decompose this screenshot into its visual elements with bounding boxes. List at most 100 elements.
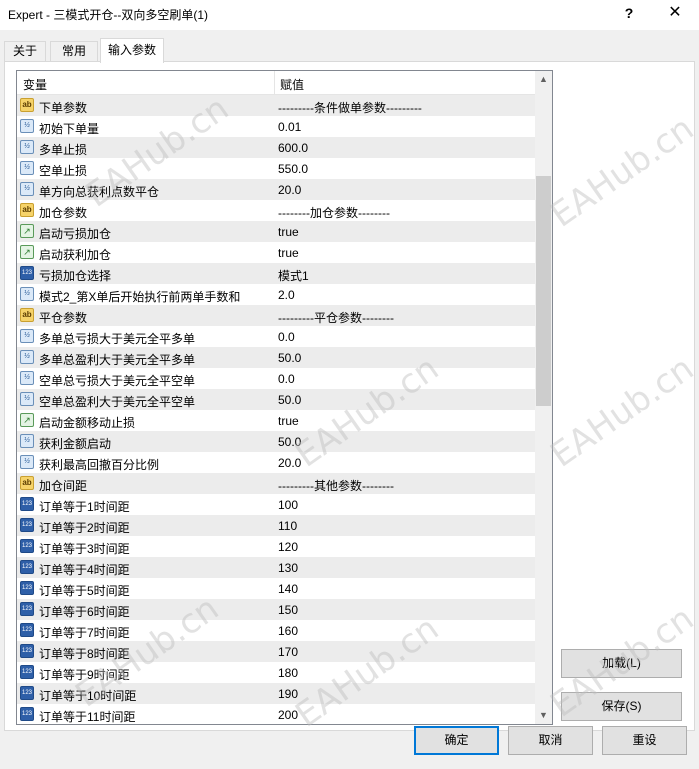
int-type-icon: 123 <box>20 623 34 637</box>
parameter-name: 启动亏损加仓 <box>39 227 112 241</box>
int-type-icon: 123 <box>20 497 34 511</box>
parameter-value[interactable]: 100 <box>278 498 298 512</box>
double-type-icon: ½ <box>20 161 34 175</box>
parameter-row[interactable]: ↗ 启动亏损加仓 true <box>17 221 535 242</box>
parameter-row[interactable]: ½ 初始下单量 0.01 <box>17 116 535 137</box>
parameter-value[interactable]: 20.0 <box>278 456 301 470</box>
parameter-row[interactable]: 123 订单等于8时间距 170 <box>17 641 535 662</box>
parameter-value[interactable]: 50.0 <box>278 393 301 407</box>
parameter-row[interactable]: ½ 多单止损 600.0 <box>17 137 535 158</box>
vertical-scrollbar[interactable]: ▲ ▼ <box>535 71 552 724</box>
parameter-value[interactable]: 130 <box>278 561 298 575</box>
parameter-row[interactable]: ½ 空单总亏损大于美元全平空单 0.0 <box>17 368 535 389</box>
parameter-value[interactable]: 550.0 <box>278 162 308 176</box>
parameter-value[interactable]: 110 <box>278 519 297 533</box>
double-type-icon: ½ <box>20 434 34 448</box>
parameter-value[interactable]: 模式1 <box>278 267 309 284</box>
parameter-row[interactable]: 123 订单等于9时间距 180 <box>17 662 535 683</box>
parameter-value[interactable]: 50.0 <box>278 351 301 365</box>
parameter-row[interactable]: ½ 多单总盈利大于美元全平多单 50.0 <box>17 347 535 368</box>
parameter-value[interactable]: 50.0 <box>278 435 301 449</box>
parameter-value[interactable]: true <box>278 225 299 239</box>
parameter-row[interactable]: ab 平仓参数 ---------平仓参数-------- <box>17 305 535 326</box>
parameter-value[interactable]: 0.0 <box>278 330 295 344</box>
parameter-row[interactable]: ½ 空单总盈利大于美元全平空单 50.0 <box>17 389 535 410</box>
parameter-row[interactable]: ½ 获利最高回撤百分比例 20.0 <box>17 452 535 473</box>
parameter-value[interactable]: 160 <box>278 624 298 638</box>
parameter-row[interactable]: ½ 获利金额启动 50.0 <box>17 431 535 452</box>
parameter-row[interactable]: 123 订单等于10时间距 190 <box>17 683 535 704</box>
parameter-value[interactable]: 0.01 <box>278 120 301 134</box>
parameter-row[interactable]: ab 加仓参数 --------加仓参数-------- <box>17 200 535 221</box>
title-bar: Expert - 三模式开仓--双向多空刷单(1) ? ✕ <box>0 0 699 30</box>
parameter-value[interactable]: 180 <box>278 666 298 680</box>
int-type-icon: 123 <box>20 560 34 574</box>
parameter-value[interactable]: ---------其他参数-------- <box>278 477 394 494</box>
scroll-thumb[interactable] <box>536 176 551 406</box>
parameter-name: 启动获利加仓 <box>39 248 112 262</box>
int-type-icon: 123 <box>20 665 34 679</box>
parameter-value[interactable]: 120 <box>278 540 298 554</box>
parameter-value[interactable]: true <box>278 246 299 260</box>
parameter-rows: ab 下单参数 ---------条件做单参数--------- ½ 初始下单量 0.01… <box>17 95 535 724</box>
load-button[interactable]: 加载(L) <box>561 649 682 678</box>
parameter-row[interactable]: 123 订单等于11时间距 200 <box>17 704 535 724</box>
column-header-value[interactable]: 赋值 <box>280 76 304 93</box>
parameter-value[interactable]: 600.0 <box>278 141 308 155</box>
parameter-value[interactable]: 0.0 <box>278 372 295 386</box>
parameter-row[interactable]: ↗ 启动金额移动止损 true <box>17 410 535 431</box>
column-divider[interactable] <box>274 71 275 95</box>
parameter-row[interactable]: 123 订单等于4时间距 130 <box>17 557 535 578</box>
help-button[interactable]: ? <box>614 2 644 26</box>
int-type-icon: 123 <box>20 707 34 721</box>
parameter-row[interactable]: 123 订单等于7时间距 160 <box>17 620 535 641</box>
close-button[interactable]: ✕ <box>658 2 692 26</box>
tab-panel: 变量 赋值 ab 下单参数 ---------条件做单参数--------- ½ 初始下… <box>4 61 699 736</box>
parameter-row[interactable]: ↗ 启动获利加仓 true <box>17 242 535 263</box>
parameter-value[interactable]: 20.0 <box>278 183 301 197</box>
tab-about[interactable]: 关于 <box>4 41 46 62</box>
parameter-value[interactable]: 150 <box>278 603 298 617</box>
parameter-row[interactable]: 123 订单等于2时间距 110 <box>17 515 535 536</box>
parameter-value[interactable]: 2.0 <box>278 288 295 302</box>
parameter-row[interactable]: ½ 空单止损 550.0 <box>17 158 535 179</box>
ok-button[interactable]: 确定 <box>414 726 499 755</box>
parameter-value[interactable]: 200 <box>278 708 298 722</box>
parameter-row[interactable]: 123 亏损加仓选择 模式1 <box>17 263 535 284</box>
double-type-icon: ½ <box>20 182 34 196</box>
parameter-row[interactable]: ab 加仓间距 ---------其他参数-------- <box>17 473 535 494</box>
parameter-row[interactable]: ab 下单参数 ---------条件做单参数--------- <box>17 95 535 116</box>
string-type-icon: ab <box>20 203 34 217</box>
save-button[interactable]: 保存(S) <box>561 692 682 721</box>
tab-common[interactable]: 常用 <box>50 41 98 62</box>
string-type-icon: ab <box>20 98 34 112</box>
parameter-row[interactable]: 123 订单等于1时间距 100 <box>17 494 535 515</box>
scroll-up-arrow-icon[interactable]: ▲ <box>535 71 552 88</box>
parameter-row[interactable]: 123 订单等于3时间距 120 <box>17 536 535 557</box>
parameter-row[interactable]: 123 订单等于5时间距 140 <box>17 578 535 599</box>
parameter-name: 下单参数 <box>39 101 88 115</box>
parameter-name: 订单等于8时间距 <box>39 647 130 661</box>
parameter-name: 订单等于9时间距 <box>39 668 130 682</box>
parameter-value[interactable]: --------加仓参数-------- <box>278 204 390 221</box>
scroll-down-arrow-icon[interactable]: ▼ <box>535 707 552 724</box>
parameter-value[interactable]: true <box>278 414 299 428</box>
parameter-name: 空单止损 <box>39 164 88 178</box>
cancel-button[interactable]: 取消 <box>508 726 593 755</box>
parameter-row[interactable]: 123 订单等于6时间距 150 <box>17 599 535 620</box>
parameter-row[interactable]: ½ 多单总亏损大于美元全平多单 0.0 <box>17 326 535 347</box>
tab-input-params[interactable]: 输入参数 <box>100 38 164 63</box>
parameter-value[interactable]: ---------平仓参数-------- <box>278 309 394 326</box>
parameter-value[interactable]: ---------条件做单参数--------- <box>278 99 422 116</box>
parameter-name: 订单等于1时间距 <box>39 500 130 514</box>
parameter-value[interactable]: 140 <box>278 582 298 596</box>
int-type-icon: 123 <box>20 602 34 616</box>
parameter-value[interactable]: 190 <box>278 687 298 701</box>
parameter-row[interactable]: ½ 模式2_第X单后开始执行前两单手数和 2.0 <box>17 284 535 305</box>
reset-button[interactable]: 重设 <box>602 726 687 755</box>
double-type-icon: ½ <box>20 455 34 469</box>
parameter-name: 加仓参数 <box>39 206 88 220</box>
column-header-variable[interactable]: 变量 <box>23 76 47 93</box>
parameter-value[interactable]: 170 <box>278 645 298 659</box>
parameter-row[interactable]: ½ 单方向总获利点数平仓 20.0 <box>17 179 535 200</box>
